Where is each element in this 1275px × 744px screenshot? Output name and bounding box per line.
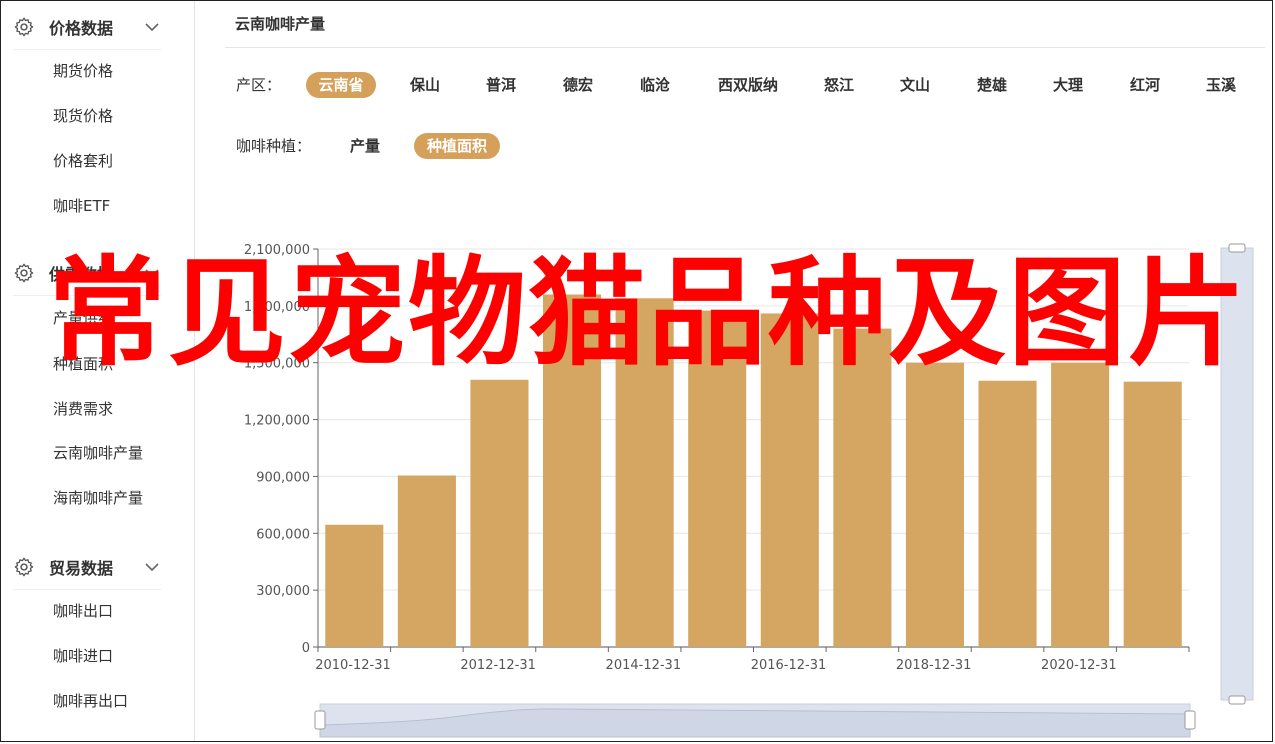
bar-2017-12-31 [833,328,892,647]
horizontal-zoom-handle-right [1184,710,1196,730]
y-tick-label: 0 [302,641,310,656]
bar-2015-12-31 [688,310,747,647]
bar-2016-12-31 [760,313,819,647]
bar-2013-12-31 [543,294,602,647]
bar-chart: 0 300,000 600,000 900,000 1,200,000 1,500,000… [244,243,1254,738]
vertical-zoom-slider [1220,247,1254,701]
horizontal-zoom-handle-left [314,710,326,730]
vertical-zoom-handle-bottom [1228,695,1246,705]
bar-2019-12-31 [978,380,1037,647]
bar-2018-12-31 [905,362,964,647]
bar-2012-12-31 [470,379,529,647]
bar-2011-12-31 [397,475,456,647]
y-tick-label: 600,000 [256,527,310,542]
bar-2014-12-31 [615,298,674,647]
x-tick-label: 2018-12-31 [896,658,972,673]
bar-2021-12-31 [1123,381,1182,647]
x-tick-label: 2016-12-31 [751,658,827,673]
x-tick-label: 2014-12-31 [606,658,682,673]
vertical-zoom-handle-top [1228,243,1246,253]
bar-2010-12-31 [325,524,384,647]
y-tick-label: 2,100,000 [244,243,310,258]
y-tick-label: 300,000 [256,584,310,599]
x-tick-label: 2010-12-31 [315,658,391,673]
x-tick-label: 2012-12-31 [460,658,536,673]
y-tick-label: 1,800,000 [244,300,310,315]
y-tick-label: 1,200,000 [244,414,310,429]
bar-2020-12-31 [1051,362,1110,647]
y-tick-label: 1,500,000 [244,357,310,372]
y-tick-label: 900,000 [256,470,310,485]
x-tick-label: 2020-12-31 [1041,658,1117,673]
